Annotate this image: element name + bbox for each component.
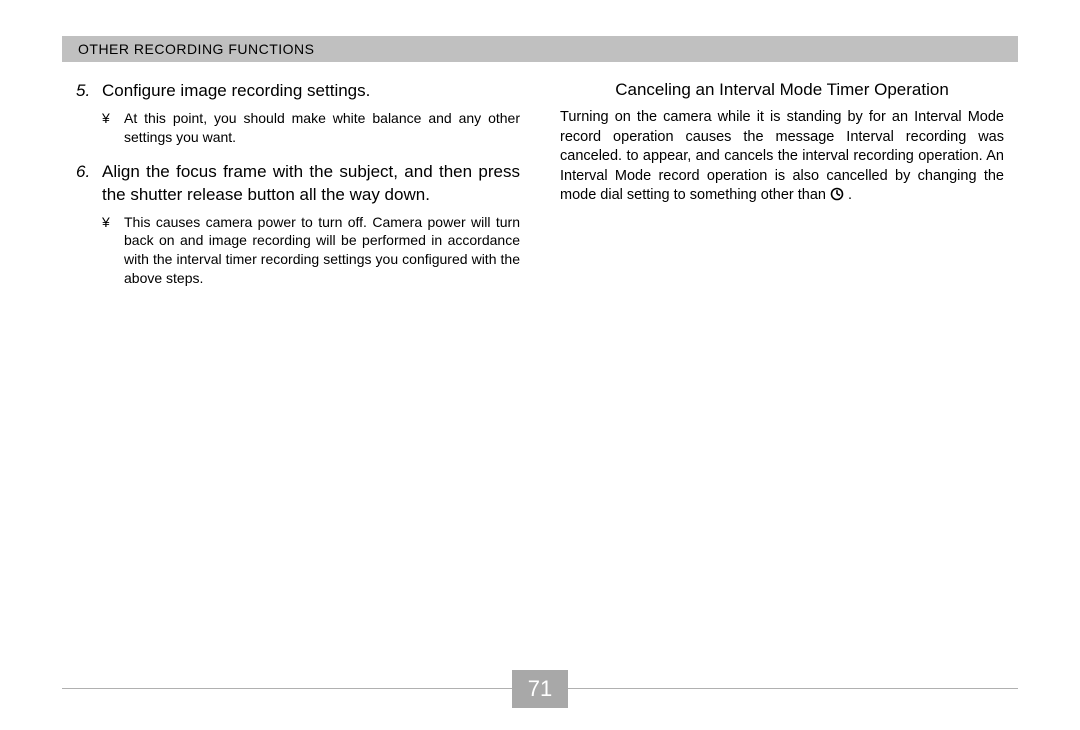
step-6: 6. Align the focus frame with the subjec… (76, 161, 520, 288)
step-5: 5. Configure image recording settings. ¥… (76, 80, 520, 147)
left-column: 5. Configure image recording settings. ¥… (76, 80, 540, 660)
step-5-bullet: ¥ At this point, you should make white b… (102, 109, 520, 147)
step-5-main: 5. Configure image recording settings. (76, 80, 520, 103)
step-6-number: 6. (76, 161, 102, 207)
manual-page: OTHER RECORDING FUNCTIONS 5. Configure i… (0, 0, 1080, 730)
section-header-bar: OTHER RECORDING FUNCTIONS (62, 36, 1018, 62)
para-text-after: . (844, 187, 852, 203)
canceling-paragraph: Turning on the camera while it is standi… (560, 108, 1004, 206)
step-6-text: Align the focus frame with the subject, … (102, 161, 520, 207)
section-header-title: OTHER RECORDING FUNCTIONS (78, 41, 315, 57)
step-5-number: 5. (76, 80, 102, 103)
content-area: 5. Configure image recording settings. ¥… (76, 80, 1004, 660)
subheading-canceling: Canceling an Interval Mode Timer Operati… (560, 80, 1004, 100)
page-number: 71 (528, 676, 552, 702)
step-6-bullet-text: This causes camera power to turn off. Ca… (124, 213, 520, 289)
step-6-bullet: ¥ This causes camera power to turn off. … (102, 213, 520, 289)
interval-mode-icon (830, 187, 844, 201)
bullet-mark: ¥ (102, 213, 124, 289)
step-5-text: Configure image recording settings. (102, 80, 520, 103)
para-text-before: Turning on the camera while it is standi… (560, 109, 1004, 203)
bullet-mark: ¥ (102, 109, 124, 147)
step-6-main: 6. Align the focus frame with the subjec… (76, 161, 520, 207)
step-5-bullet-text: At this point, you should make white bal… (124, 109, 520, 147)
right-column: Canceling an Interval Mode Timer Operati… (540, 80, 1004, 660)
page-number-box: 71 (512, 670, 568, 708)
